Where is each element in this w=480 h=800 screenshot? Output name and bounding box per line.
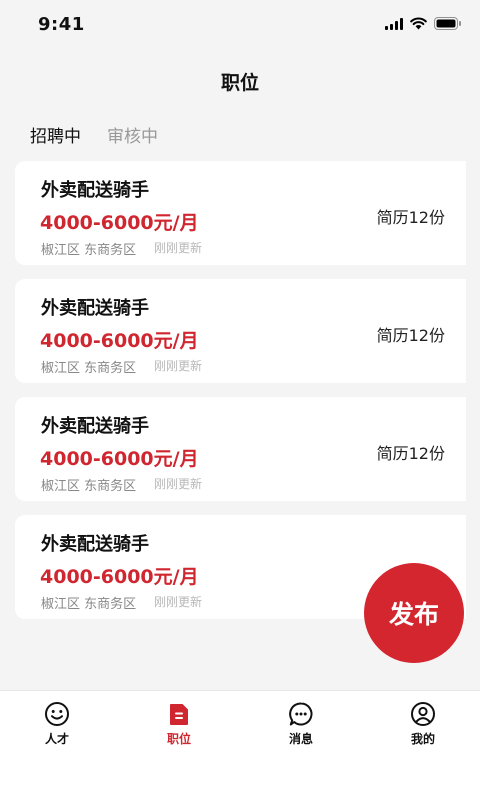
nav-jobs[interactable]: 职位 <box>139 701 219 747</box>
status-bar: 9:41 <box>0 0 480 52</box>
job-salary: 4000-6000元/月 <box>40 212 199 234</box>
signal-icon <box>385 17 403 30</box>
smile-icon <box>45 702 69 726</box>
app-screen: 9:41 职位 招聘中 审核中 外卖配送骑手 4000-6000元/月 椒江区 … <box>0 0 480 800</box>
bottom-nav: 人才 职位 消息 我的 <box>0 690 480 800</box>
resume-count: 简历12份 <box>376 208 445 227</box>
job-updated: 刚刚更新 <box>154 477 203 491</box>
nav-messages[interactable]: 消息 <box>261 701 341 747</box>
job-salary: 4000-6000元/月 <box>40 448 199 470</box>
wifi-icon <box>410 17 427 30</box>
nav-label: 消息 <box>288 732 313 746</box>
job-title: 外卖配送骑手 <box>41 534 149 555</box>
nav-label: 人才 <box>44 732 69 746</box>
job-title: 外卖配送骑手 <box>41 416 149 437</box>
job-location: 椒江区 东商务区 <box>41 597 137 612</box>
job-card[interactable]: 外卖配送骑手 4000-6000元/月 椒江区 东商务区 刚刚更新 简历12份 <box>15 397 466 501</box>
job-card[interactable]: 外卖配送骑手 4000-6000元/月 椒江区 东商务区 刚刚更新 简历12份 <box>15 161 466 265</box>
job-updated: 刚刚更新 <box>154 359 203 373</box>
job-title: 外卖配送骑手 <box>41 180 149 201</box>
nav-label: 职位 <box>166 732 191 746</box>
nav-talent[interactable]: 人才 <box>17 701 97 747</box>
nav-profile[interactable]: 我的 <box>383 701 463 747</box>
job-updated: 刚刚更新 <box>154 595 203 609</box>
status-icons <box>385 17 462 30</box>
job-salary: 4000-6000元/月 <box>40 566 199 588</box>
job-location: 椒江区 东商务区 <box>41 243 137 258</box>
job-card[interactable]: 外卖配送骑手 4000-6000元/月 椒江区 东商务区 刚刚更新 简历12份 <box>15 279 466 383</box>
tab-under-review[interactable]: 审核中 <box>107 122 158 147</box>
tab-recruiting[interactable]: 招聘中 <box>30 122 81 147</box>
resume-count: 简历12份 <box>376 444 445 463</box>
resume-count: 简历12份 <box>376 326 445 345</box>
nav-label: 我的 <box>410 732 435 746</box>
job-title: 外卖配送骑手 <box>41 298 149 319</box>
publish-button[interactable]: 发布 <box>364 563 464 663</box>
chat-bubble-icon <box>289 702 313 726</box>
document-icon <box>170 704 188 725</box>
battery-icon <box>434 17 461 30</box>
job-location: 椒江区 东商务区 <box>41 361 137 376</box>
job-location: 椒江区 东商务区 <box>41 479 137 494</box>
page-title: 职位 <box>220 72 259 94</box>
job-salary: 4000-6000元/月 <box>40 330 199 352</box>
job-updated: 刚刚更新 <box>154 241 203 255</box>
job-list: 外卖配送骑手 4000-6000元/月 椒江区 东商务区 刚刚更新 简历12份 … <box>15 161 466 633</box>
status-tabs: 招聘中 审核中 <box>30 122 158 147</box>
user-circle-icon <box>411 702 435 726</box>
status-time: 9:41 <box>38 14 85 35</box>
